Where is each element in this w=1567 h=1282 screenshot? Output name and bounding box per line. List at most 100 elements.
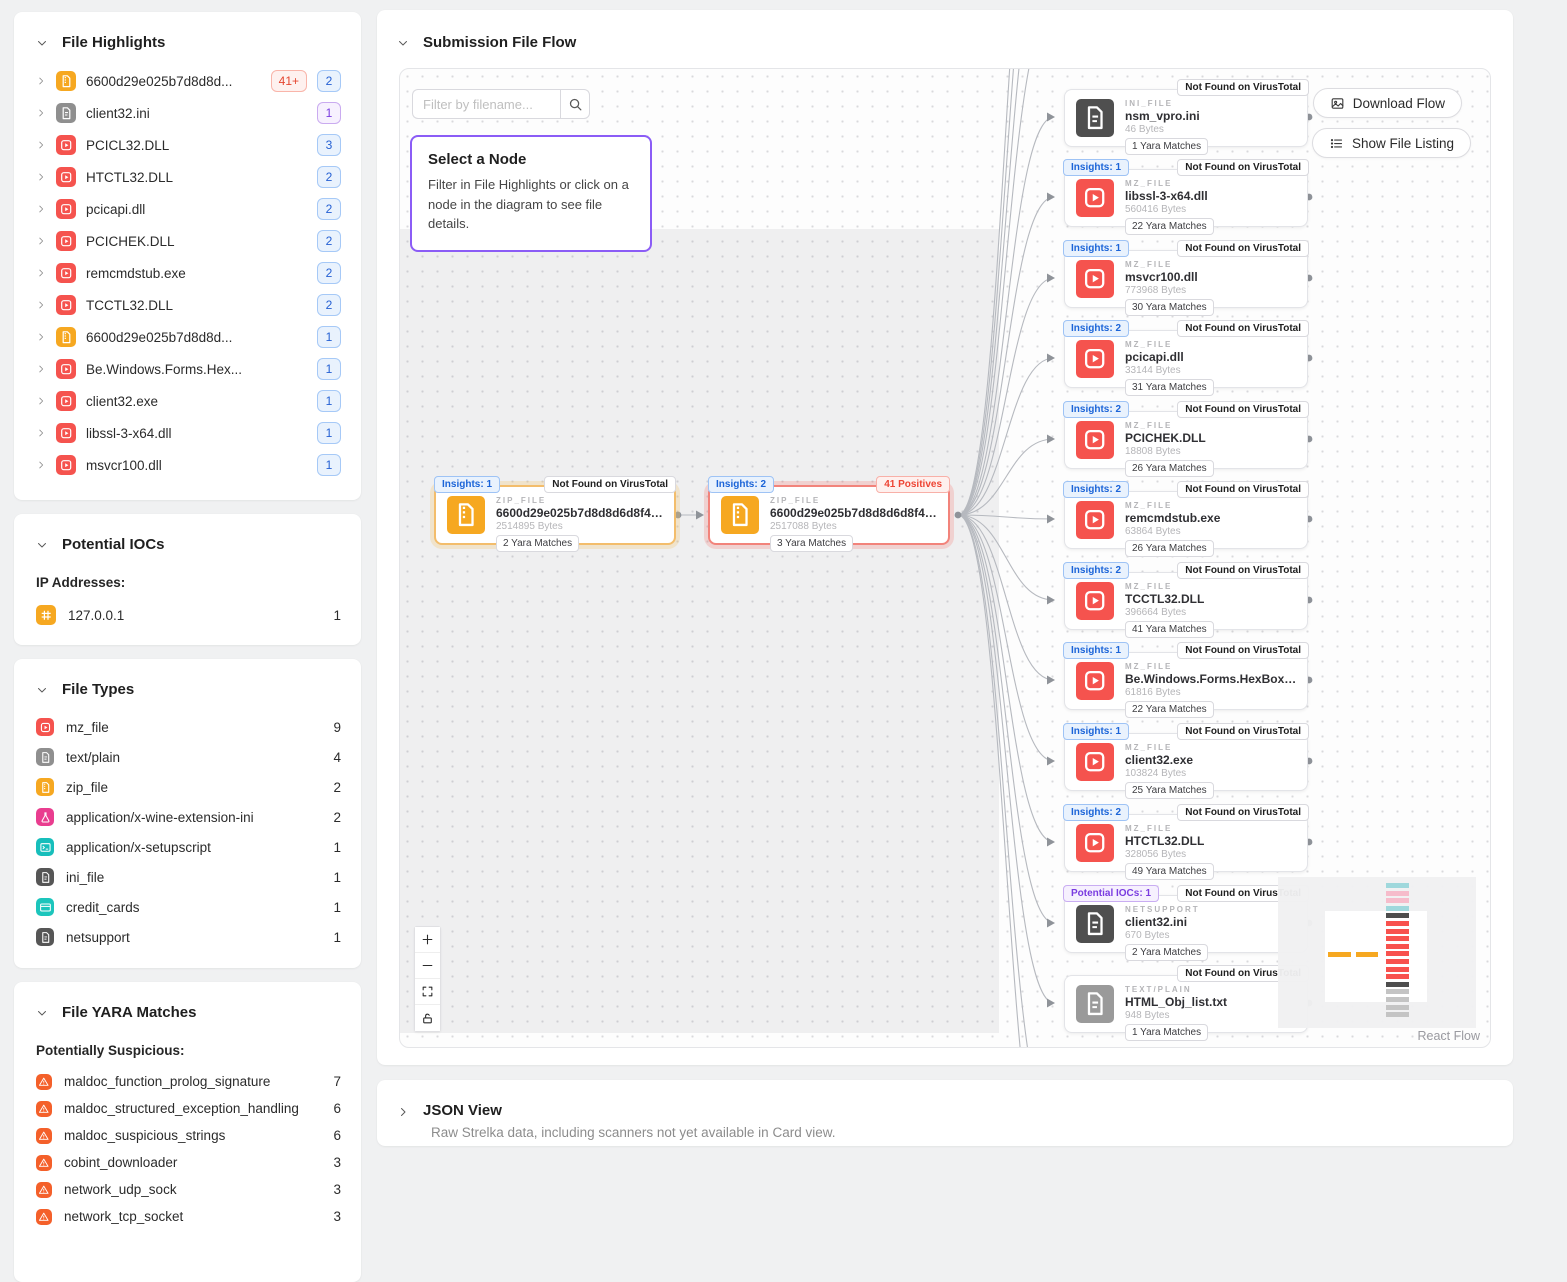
mz-file-icon	[56, 359, 76, 379]
file-type-row[interactable]: netsupport1	[36, 922, 341, 952]
file-type-row[interactable]: ini_file1	[36, 862, 341, 892]
plus-icon	[421, 933, 434, 946]
file-node-type: INI_FILE	[1125, 99, 1297, 108]
file-highlight-row[interactable]: PCICL32.DLL3	[36, 129, 341, 161]
download-flow-button[interactable]: Download Flow	[1313, 88, 1462, 118]
script-icon	[36, 838, 54, 856]
file-node[interactable]: Insights: 1Not Found on VirusTotalMZ_FIL…	[1064, 652, 1308, 710]
file-node[interactable]: Insights: 1Not Found on VirusTotalMZ_FIL…	[1064, 733, 1308, 791]
file-node[interactable]: Potential IOCs: 1Not Found on VirusTotal…	[1064, 895, 1308, 953]
insights-badge: Insights: 1	[1063, 240, 1129, 257]
file-node[interactable]: Insights: 1Not Found on VirusTotalMZ_FIL…	[1064, 169, 1308, 227]
section-title: Potential IOCs	[62, 536, 165, 553]
file-node-name: HTML_Obj_list.txt	[1125, 995, 1297, 1009]
file-highlight-row[interactable]: Be.Windows.Forms.Hex...1	[36, 353, 341, 385]
yara-rule-row[interactable]: maldoc_function_prolog_signature7	[36, 1068, 341, 1095]
search-button[interactable]	[560, 89, 590, 119]
yara-rule-row[interactable]: network_udp_sock3	[36, 1176, 341, 1203]
yara-rule-count: 3	[333, 1155, 341, 1170]
file-highlight-row[interactable]: remcmdstub.exe2	[36, 257, 341, 289]
minimap-node-bar	[1386, 891, 1409, 896]
virustotal-badge: Not Found on VirusTotal	[1177, 79, 1309, 96]
zoom-out-button[interactable]	[415, 953, 440, 979]
file-name-label: 6600d29e025b7d8d8d...	[86, 330, 307, 345]
chevron-right-icon	[36, 332, 46, 342]
count-badge: 1	[317, 454, 341, 476]
file-node-body: ZIP_FILE6600d29e025b7d8d8d6d8f472685b9f8…	[710, 487, 948, 552]
section-title: File Highlights	[62, 34, 165, 51]
file-type-row[interactable]: application/x-wine-extension-ini2	[36, 802, 341, 832]
ip-grid-icon	[36, 605, 56, 625]
file-node[interactable]: Insights: 1Not Found on VirusTotalZIP_FI…	[434, 485, 676, 545]
yara-rule-label: cobint_downloader	[64, 1155, 321, 1170]
file-node[interactable]: Insights: 2Not Found on VirusTotalMZ_FIL…	[1064, 572, 1308, 630]
yara-matches-header[interactable]: File YARA Matches	[14, 982, 361, 1035]
ioc-row[interactable]: 127.0.0.11	[36, 600, 341, 630]
file-highlight-row[interactable]: libssl-3-x64.dll1	[36, 417, 341, 449]
file-type-row[interactable]: application/x-setupscript1	[36, 832, 341, 862]
minimap[interactable]	[1278, 877, 1476, 1028]
file-node[interactable]: Insights: 1Not Found on VirusTotalMZ_FIL…	[1064, 250, 1308, 308]
file-highlight-row[interactable]: client32.ini1	[36, 97, 341, 129]
file-type-row[interactable]: zip_file2	[36, 772, 341, 802]
file-type-row[interactable]: credit_cards1	[36, 892, 341, 922]
count-badge: 2	[317, 70, 341, 92]
chevron-right-icon	[36, 268, 46, 278]
yara-rule-row[interactable]: cobint_downloader 3	[36, 1149, 341, 1176]
warning-icon	[36, 1209, 52, 1225]
file-type-row[interactable]: mz_file9	[36, 712, 341, 742]
mz-file-icon	[1076, 582, 1114, 620]
filename-filter-input[interactable]	[412, 89, 560, 119]
show-file-listing-button[interactable]: Show File Listing	[1312, 128, 1471, 158]
minimap-node-bar	[1386, 944, 1409, 949]
file-highlight-row[interactable]: 6600d29e025b7d8d8d...41+2	[36, 65, 341, 97]
json-view-subtitle: Raw Strelka data, including scanners not…	[377, 1119, 1513, 1140]
lock-button[interactable]	[415, 1005, 440, 1031]
yara-rule-count: 3	[333, 1209, 341, 1224]
file-node[interactable]: Not Found on VirusTotalTEXT/PLAINHTML_Ob…	[1064, 975, 1308, 1033]
file-node[interactable]: Not Found on VirusTotalINI_FILEnsm_vpro.…	[1064, 89, 1308, 147]
file-highlight-row[interactable]: client32.exe1	[36, 385, 341, 417]
file-node-type: MZ_FILE	[1125, 421, 1297, 430]
file-node[interactable]: Insights: 2Not Found on VirusTotalMZ_FIL…	[1064, 491, 1308, 549]
file-highlights-header[interactable]: File Highlights	[14, 12, 361, 65]
zoom-in-button[interactable]	[415, 927, 440, 953]
minimap-node-bar	[1386, 921, 1409, 926]
file-node-body: ZIP_FILE6600d29e025b7d8d8d6d8f472685b9f8…	[436, 487, 674, 552]
yara-rule-row[interactable]: maldoc_suspicious_strings6	[36, 1122, 341, 1149]
chevron-right-icon	[397, 1106, 409, 1118]
virustotal-badge: Not Found on VirusTotal	[1177, 481, 1309, 498]
zip-file-icon	[56, 327, 76, 347]
file-node[interactable]: Insights: 2Not Found on VirusTotalMZ_FIL…	[1064, 330, 1308, 388]
file-node[interactable]: Insights: 2Not Found on VirusTotalMZ_FIL…	[1064, 411, 1308, 469]
chevron-right-icon	[36, 396, 46, 406]
react-flow-canvas[interactable]: Insights: 1 Not Found on VirusTotal ZIP_FI…	[399, 68, 1491, 1048]
minimap-node-bar	[1386, 906, 1409, 911]
file-types-header[interactable]: File Types	[14, 659, 361, 712]
file-node[interactable]: Insights: 2Not Found on VirusTotalMZ_FIL…	[1064, 814, 1308, 872]
file-highlight-row[interactable]: msvcr100.dll1	[36, 449, 341, 481]
warning-icon	[36, 1155, 52, 1171]
file-highlight-row[interactable]: PCICHEK.DLL2	[36, 225, 341, 257]
fit-view-button[interactable]	[415, 979, 440, 1005]
submission-file-flow-header[interactable]: Submission File Flow	[377, 10, 1513, 67]
file-highlight-row[interactable]: TCCTL32.DLL2	[36, 289, 341, 321]
file-node-bytes: 61816 Bytes	[1125, 687, 1297, 698]
yara-rule-row[interactable]: maldoc_structured_exception_handling6	[36, 1095, 341, 1122]
file-node[interactable]: Insights: 241 PositivesZIP_FILE6600d29e0…	[708, 485, 950, 545]
file-node-type: ZIP_FILE	[496, 496, 664, 505]
file-node-bytes: 948 Bytes	[1125, 1010, 1297, 1021]
file-node-name: 6600d29e025b7d8d8d6d8f472685b9f800e34182…	[496, 506, 664, 520]
file-highlight-row[interactable]: 6600d29e025b7d8d8d...1	[36, 321, 341, 353]
insights-badge: Insights: 1	[1063, 159, 1129, 176]
file-highlight-row[interactable]: HTCTL32.DLL2	[36, 161, 341, 193]
json-view-header[interactable]: JSON View	[377, 1080, 1513, 1119]
minimap-node-bar	[1386, 967, 1409, 972]
file-node-name: 6600d29e025b7d8d8d6d8f472685b9f800e34182…	[770, 506, 938, 520]
mz-file-icon	[1076, 743, 1114, 781]
file-type-row[interactable]: text/plain4	[36, 742, 341, 772]
potential-iocs-header[interactable]: Potential IOCs	[14, 514, 361, 567]
unlock-icon	[421, 1012, 434, 1025]
file-highlight-row[interactable]: pcicapi.dll2	[36, 193, 341, 225]
yara-rule-row[interactable]: network_tcp_socket3	[36, 1203, 341, 1230]
